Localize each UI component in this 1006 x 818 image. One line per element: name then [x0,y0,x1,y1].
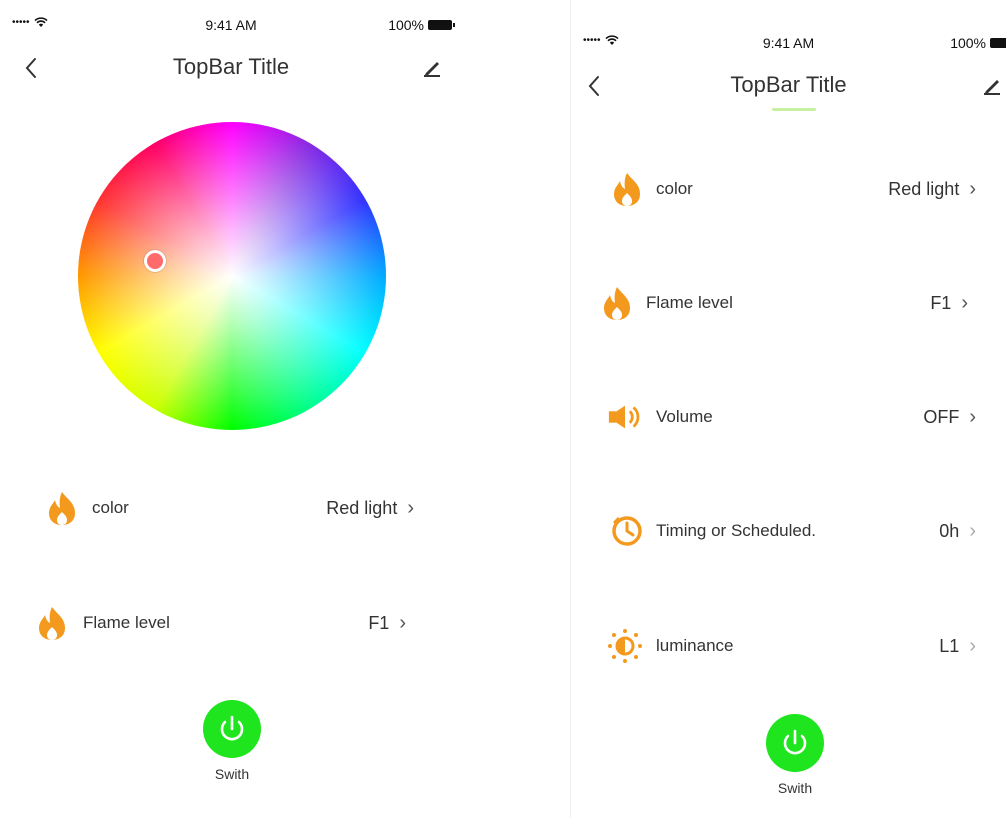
power-caption: Swith [777,780,813,796]
page-title: TopBar Title [730,72,847,97]
color-screen: ••••• 9:41 AM 100% TopBar Title color Re… [0,0,462,818]
row-flame-level[interactable]: Flame level F1 › [571,278,1006,328]
row-label: luminance [656,636,734,655]
chevron-right-icon: › [969,634,976,657]
power-icon [783,729,807,755]
row-value: Red light [888,178,960,199]
row-volume[interactable]: Volume OFF › [571,392,1006,442]
row-value: F1 [930,292,952,313]
status-time: 9:41 AM [762,35,815,51]
battery-icon [428,20,455,30]
row-flame-level[interactable]: Flame level F1 › [0,598,462,648]
chevron-right-icon: › [969,519,976,542]
row-label: color [92,498,129,517]
row-value: Red light [326,497,398,518]
chevron-right-icon: › [969,405,976,428]
battery-icon [990,38,1006,48]
power-switch: Swith [755,714,835,796]
edit-pencil-icon[interactable] [418,54,446,82]
row-timing[interactable]: Timing or Scheduled. 0h › [571,506,1006,556]
row-label: Timing or Scheduled. [656,521,817,540]
chevron-right-icon: › [969,177,976,200]
chevron-right-icon: › [399,611,406,634]
status-bar: ••••• 9:41 AM 100% [0,14,462,36]
row-value: L1 [939,635,960,656]
battery-percent: 100% [388,17,424,33]
row-label: Volume [656,407,713,426]
row-value: OFF [923,406,960,427]
power-switch: Swith [192,700,272,782]
color-wheel-gradient[interactable] [78,122,386,430]
title-underline-indicator [772,108,816,111]
page-title: TopBar Title [172,54,290,79]
edit-pencil-icon[interactable] [978,72,1006,100]
top-bar: TopBar Title [0,48,462,92]
row-value: F1 [368,612,390,633]
battery-percent: 100% [950,35,986,51]
power-button[interactable] [203,700,261,758]
power-caption: Swith [214,766,250,782]
chevron-right-icon: › [407,496,414,519]
row-color[interactable]: color Red light › [0,483,462,533]
chevron-right-icon: › [961,291,968,314]
settings-screen: ••••• 9:41 AM 100% TopBar Title color Re… [570,0,1006,818]
row-value: 0h [939,520,960,541]
flame-icon [609,171,645,207]
speaker-icon [607,399,643,435]
top-bar: TopBar Title [571,66,1006,110]
sun-icon [607,628,643,664]
power-icon [220,715,244,741]
color-picker-handle[interactable] [144,250,166,272]
clock-icon [609,513,645,549]
row-color[interactable]: color Red light › [571,164,1006,214]
row-label: Flame level [83,613,170,632]
row-luminance[interactable]: luminance L1 › [571,621,1006,671]
color-wheel[interactable] [78,122,386,430]
row-label: color [656,179,693,198]
row-label: Flame level [646,293,733,312]
flame-icon [599,285,635,321]
flame-icon [44,490,80,526]
power-button[interactable] [766,714,824,772]
status-bar: ••••• 9:41 AM 100% [571,32,1006,54]
flame-icon [34,605,70,641]
